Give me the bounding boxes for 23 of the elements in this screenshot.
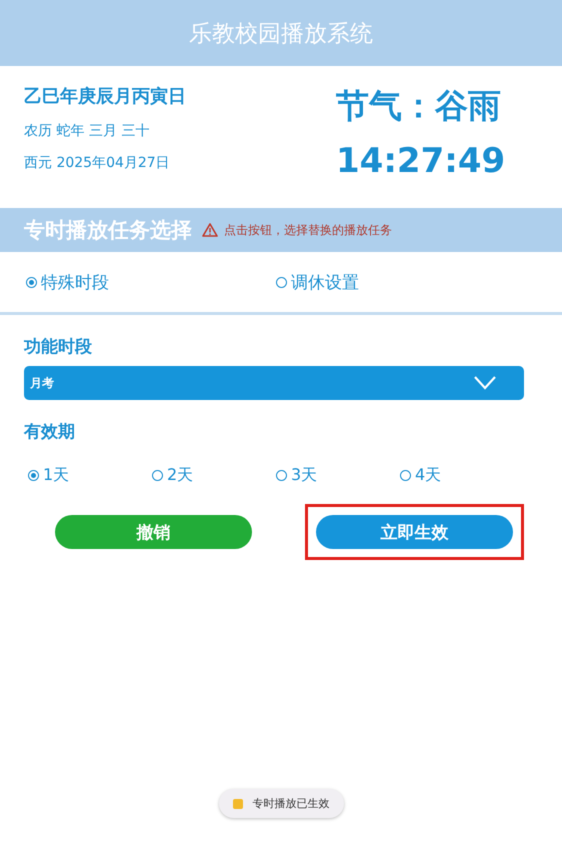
warning-text: 点击按钮，选择替换的播放任务: [224, 222, 392, 238]
field-label: 有效期: [24, 421, 76, 443]
radio-option[interactable]: 特殊时段: [26, 270, 109, 294]
radio-option[interactable]: 3天: [276, 465, 318, 486]
lunar-date: 农历 蛇年 三月 三十: [24, 122, 150, 140]
field-label: 功能时段: [24, 336, 93, 358]
radio-option[interactable]: 4天: [400, 465, 442, 486]
app-title: 乐教校园播放系统: [189, 20, 373, 48]
confirm-button[interactable]: 立即生效: [316, 515, 513, 549]
radio-option[interactable]: 调休设置: [276, 270, 359, 294]
toast-text: 专时播放已生效: [252, 796, 330, 811]
chevron-down-icon: [474, 376, 496, 390]
cancel-button[interactable]: 撤销: [55, 515, 252, 549]
ganzhi-date: 乙巳年庚辰月丙寅日: [24, 85, 187, 108]
section-title: 专时播放任务选择: [24, 217, 192, 244]
period-dropdown[interactable]: 月考: [24, 366, 524, 400]
warning-icon: [202, 223, 218, 237]
clock-time: 14:27:49: [336, 141, 506, 181]
radio-option[interactable]: 1天: [28, 465, 70, 486]
solar-date: 西元 2025年04月27日: [24, 154, 171, 172]
solar-term: 节气：谷雨: [336, 85, 502, 127]
app-icon: [232, 798, 242, 808]
radio-option[interactable]: 2天: [152, 465, 194, 486]
